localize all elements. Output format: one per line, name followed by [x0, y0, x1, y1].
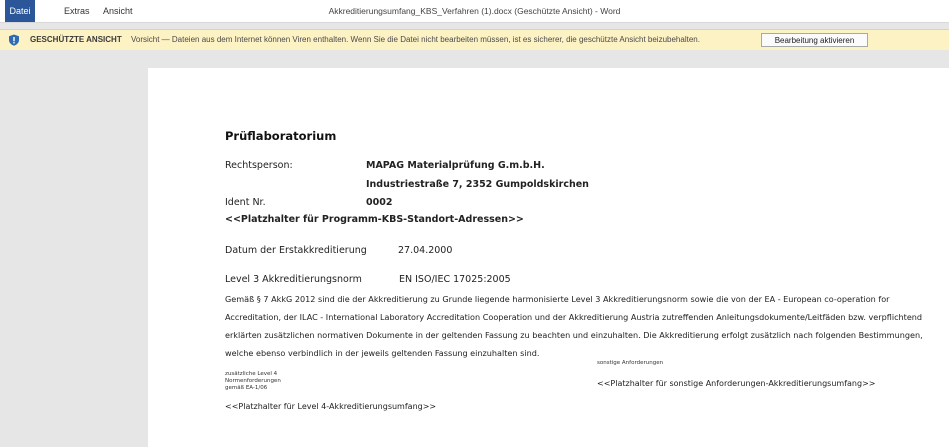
legal-person-address: Industriestraße 7, 2352 Gumpoldskirchen: [366, 179, 589, 190]
level4-label-line3: gemäß EA-1/06: [225, 385, 268, 391]
first-accreditation-date: 27.04.2000: [398, 245, 453, 256]
title-bar: Datei Extras Ansicht Akkreditierungsumfa…: [0, 0, 949, 23]
level3-label: Level 3 Akkreditierungsnorm: [225, 274, 362, 285]
window-title: Akkreditierungsumfang_KBS_Verfahren (1).…: [328, 6, 621, 16]
ident-label: Ident Nr.: [225, 197, 266, 208]
level3-value: EN ISO/IEC 17025:2005: [399, 274, 511, 285]
menu-view[interactable]: Ansicht: [97, 0, 139, 22]
menu-extras[interactable]: Extras: [58, 0, 96, 22]
menu-file[interactable]: Datei: [5, 0, 35, 22]
legal-person-name: MAPAG Materialprüfung G.m.b.H.: [366, 160, 545, 171]
sites-placeholder: <<Platzhalter für Programm-KBS-Standort-…: [225, 214, 524, 225]
level4-label-line2: Normenforderungen: [225, 378, 281, 384]
first-accreditation-label: Datum der Erstakkreditierung: [225, 245, 367, 256]
shield-icon: [9, 34, 19, 46]
protected-view-bar: GESCHÜTZTE ANSICHT Vorsicht — Dateien au…: [0, 29, 949, 51]
protected-view-label: GESCHÜTZTE ANSICHT: [30, 35, 122, 44]
protected-view-message: Vorsicht — Dateien aus dem Internet könn…: [131, 35, 700, 44]
other-requirements-label: sonstige Anforderungen: [597, 360, 664, 366]
other-requirements-placeholder: <<Platzhalter für sonstige Anforderungen…: [597, 379, 876, 388]
document-heading: Prüflaboratorium: [225, 129, 337, 143]
accreditation-paragraph: Gemäß § 7 AkkG 2012 sind die der Akkredi…: [225, 294, 923, 358]
legal-person-label: Rechtsperson:: [225, 160, 293, 171]
level4-label-line1: zusätzliche Level 4: [225, 371, 278, 377]
enable-editing-button[interactable]: Bearbeitung aktivieren: [761, 33, 868, 47]
document-page[interactable]: Prüflaboratorium Rechtsperson: MAPAG Mat…: [148, 68, 949, 447]
ident-value: 0002: [366, 197, 393, 208]
level4-placeholder: <<Platzhalter für Level 4-Akkreditierung…: [225, 402, 437, 411]
